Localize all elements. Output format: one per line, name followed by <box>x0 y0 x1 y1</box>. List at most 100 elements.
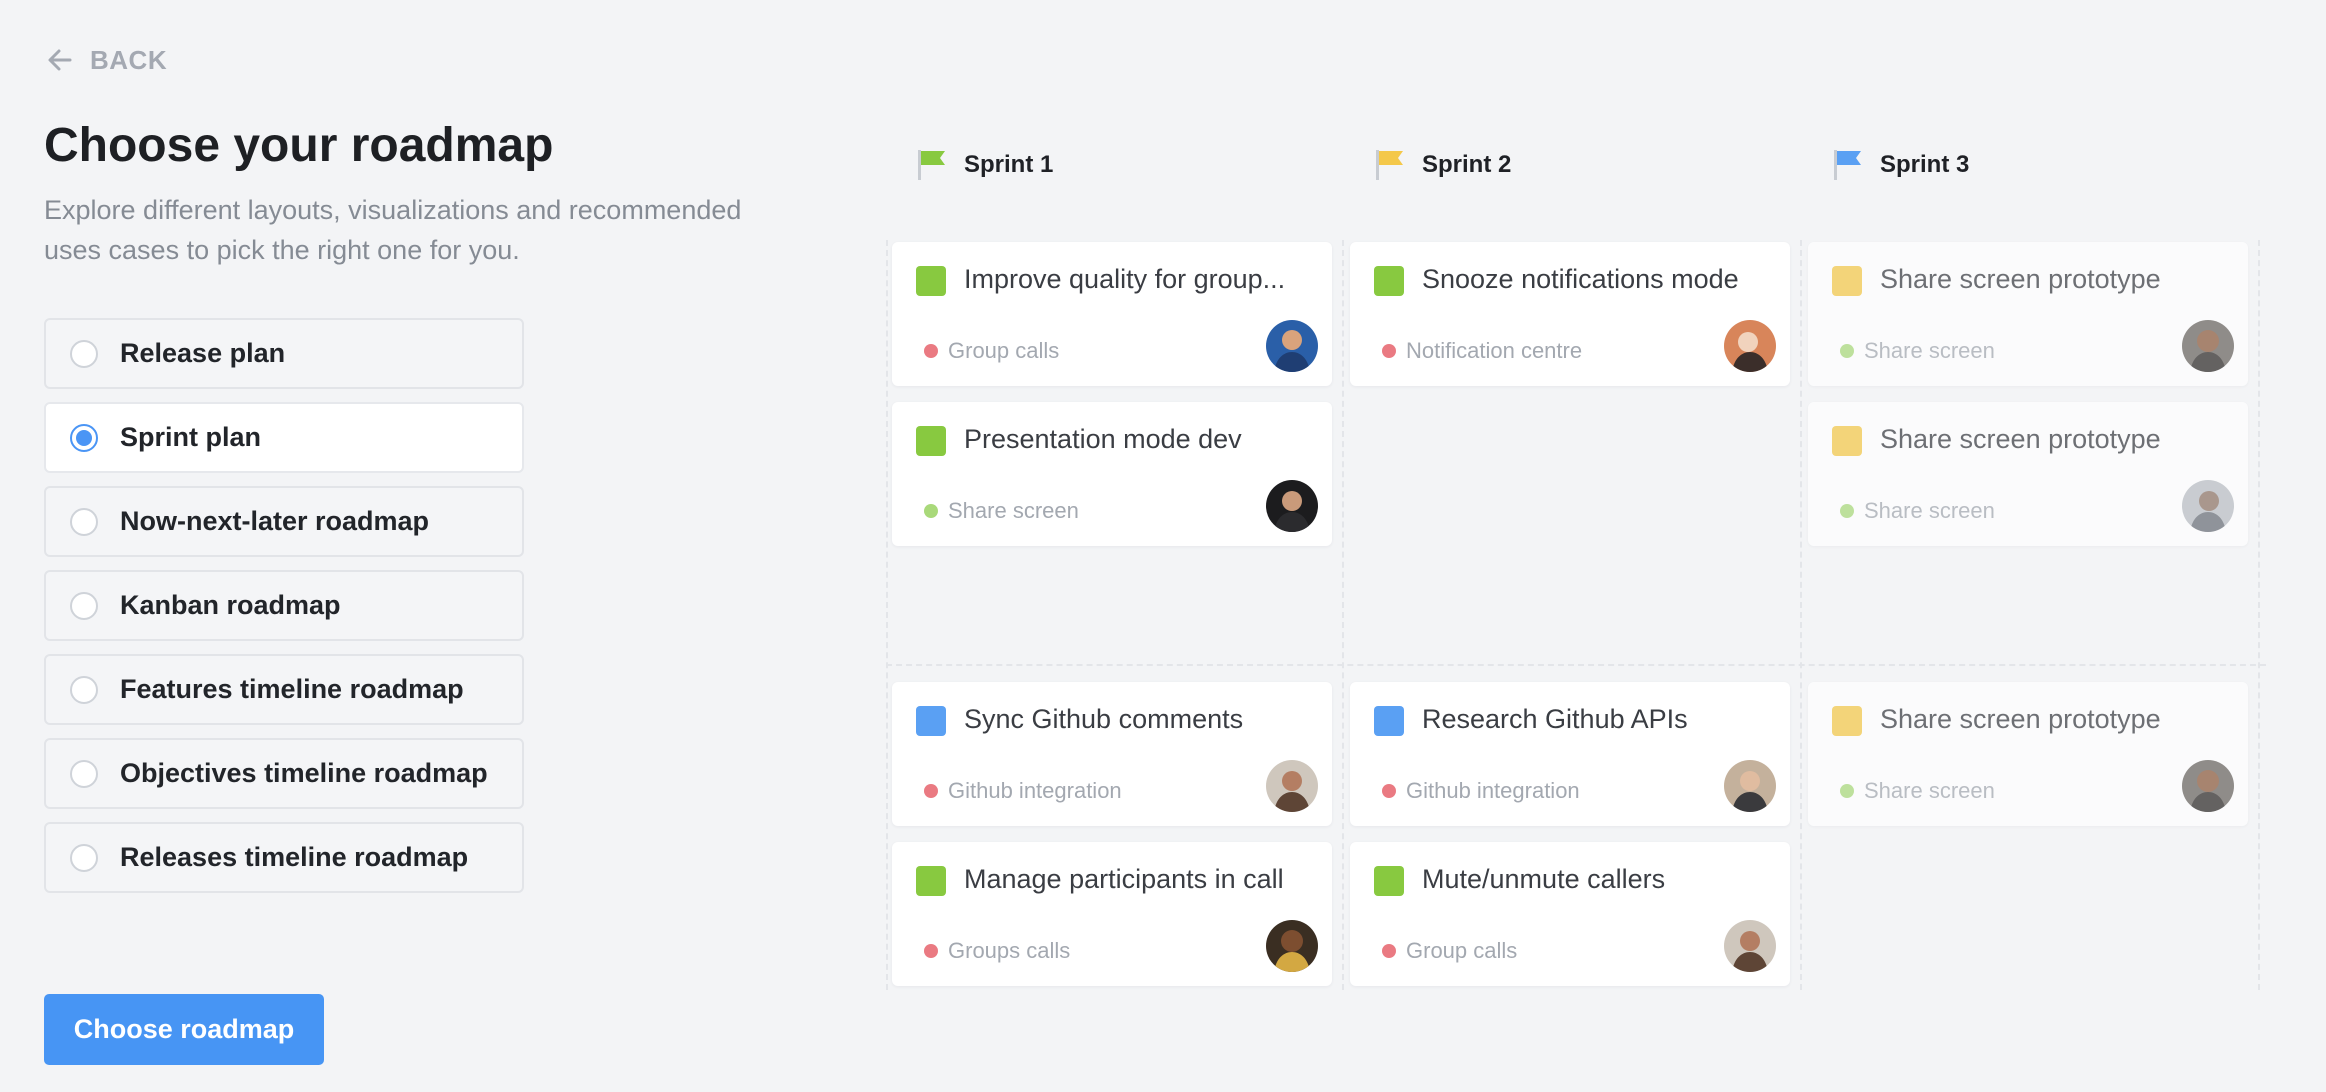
card-tag-label: Github integration <box>948 778 1122 803</box>
sprint-name: Sprint 2 <box>1422 151 1512 178</box>
card[interactable]: Research Github APIs Github integration <box>1350 682 1790 826</box>
option-label: Releases timeline roadmap <box>120 842 469 872</box>
flag-icon <box>1376 150 1403 180</box>
card-title: Share screen prototype <box>1880 424 2161 454</box>
card[interactable]: Presentation mode dev Share screen <box>892 402 1332 546</box>
card-title: Research Github APIs <box>1422 704 1688 734</box>
flag-icon <box>918 150 945 180</box>
card-status-square <box>1832 426 1862 456</box>
option-releases-timeline[interactable]: Releases timeline roadmap <box>44 822 524 893</box>
column-divider <box>886 240 888 990</box>
option-objectives-timeline[interactable]: Objectives timeline roadmap <box>44 738 524 809</box>
avatar <box>2182 320 2234 372</box>
option-features-timeline[interactable]: Features timeline roadmap <box>44 654 524 725</box>
card[interactable]: Share screen prototype Share screen <box>1808 402 2248 546</box>
card-tag: Share screen <box>1840 778 1995 804</box>
row-divider <box>886 664 2266 666</box>
option-label: Objectives timeline roadmap <box>120 758 488 788</box>
option-release-plan[interactable]: Release plan <box>44 318 524 389</box>
choose-roadmap-button[interactable]: Choose roadmap <box>44 994 324 1065</box>
card[interactable]: Snooze notifications mode Notification c… <box>1350 242 1790 386</box>
sprint-name: Sprint 3 <box>1880 151 1970 178</box>
card-tag: Github integration <box>1382 778 1580 804</box>
option-sprint-plan[interactable]: Sprint plan <box>44 402 524 473</box>
tag-dot <box>1382 344 1396 358</box>
card-tag: Group calls <box>1382 938 1517 964</box>
card-title: Manage participants in call <box>964 864 1284 894</box>
card-tag-label: Group calls <box>1406 938 1518 963</box>
option-label: Now-next-later roadmap <box>120 506 430 536</box>
avatar <box>1266 920 1318 972</box>
avatar <box>2182 480 2234 532</box>
card-tag-label: Share screen <box>1864 778 1995 803</box>
option-label: Sprint plan <box>120 422 261 452</box>
card[interactable]: Share screen prototype Share screen <box>1808 242 2248 386</box>
option-label: Release plan <box>120 338 286 368</box>
card-status-square <box>916 266 946 296</box>
radio-button[interactable] <box>70 843 98 872</box>
back-label: BACK <box>90 44 168 75</box>
tag-dot <box>1840 504 1854 518</box>
card-tag-label: Groups calls <box>948 938 1071 963</box>
sprint-header-2: Sprint 2 <box>1374 148 1511 182</box>
card[interactable]: Mute/unmute callers Group calls <box>1350 842 1790 986</box>
sprint-board-preview: Sprint 1 Sprint 2 Sprint 3 Improve quali… <box>886 0 2266 1092</box>
radio-button[interactable] <box>70 759 98 788</box>
tag-dot <box>1840 784 1854 798</box>
card-tag-label: Group calls <box>948 338 1060 363</box>
page-subtitle: Explore different layouts, visualization… <box>44 195 742 265</box>
card-title: Share screen prototype <box>1880 264 2161 294</box>
card[interactable]: Share screen prototype Share screen <box>1808 682 2248 826</box>
card-tag: Share screen <box>1840 338 1995 364</box>
card[interactable]: Manage participants in call Groups calls <box>892 842 1332 986</box>
card-status-square <box>1832 706 1862 736</box>
card-tag-label: Github integration <box>1406 778 1580 803</box>
option-label: Kanban roadmap <box>120 590 341 620</box>
sprint-name: Sprint 1 <box>964 151 1054 178</box>
card-status-square <box>916 706 946 736</box>
card-tag-label: Share screen <box>1864 338 1995 363</box>
card-tag-label: Notification centre <box>1406 338 1583 363</box>
tag-dot <box>1382 944 1396 958</box>
flag-icon <box>1834 150 1861 180</box>
card-title: Snooze notifications mode <box>1422 264 1739 294</box>
roadmap-options: Release plan Sprint plan Now-next-later … <box>44 318 524 893</box>
avatar <box>1266 760 1318 812</box>
card-title: Improve quality for group... <box>964 264 1286 294</box>
card[interactable]: Improve quality for group... Group calls <box>892 242 1332 386</box>
option-label: Features timeline roadmap <box>120 674 464 704</box>
radio-button-checked[interactable] <box>70 423 98 452</box>
avatar <box>2182 760 2234 812</box>
card-tag-label: Share screen <box>948 498 1079 523</box>
radio-button[interactable] <box>70 507 98 536</box>
card-tag-label: Share screen <box>1864 498 1995 523</box>
avatar <box>1266 320 1318 372</box>
tag-dot <box>924 504 938 518</box>
page-title: Choose your roadmap <box>44 119 554 172</box>
back-link[interactable]: BACK <box>44 44 167 76</box>
card-tag: Share screen <box>1840 498 1995 524</box>
avatar <box>1724 920 1776 972</box>
card-tag: Github integration <box>924 778 1122 804</box>
avatar <box>1266 480 1318 532</box>
option-kanban[interactable]: Kanban roadmap <box>44 570 524 641</box>
card-status-square <box>1832 266 1862 296</box>
card[interactable]: Sync Github comments Github integration <box>892 682 1332 826</box>
column-divider <box>1800 240 1802 990</box>
tag-dot <box>924 344 938 358</box>
arrow-left-icon <box>48 49 72 71</box>
card-tag: Group calls <box>924 338 1059 364</box>
column-divider <box>2258 240 2260 990</box>
card-status-square <box>916 866 946 896</box>
tag-dot <box>924 944 938 958</box>
radio-button[interactable] <box>70 675 98 704</box>
column-divider <box>1342 240 1344 990</box>
card-status-square <box>1374 266 1404 296</box>
radio-button[interactable] <box>70 339 98 368</box>
sprint-header-1: Sprint 1 <box>916 148 1053 182</box>
card-title: Mute/unmute callers <box>1422 864 1666 894</box>
option-now-next-later[interactable]: Now-next-later roadmap <box>44 486 524 557</box>
card-tag: Notification centre <box>1382 338 1582 364</box>
card-status-square <box>916 426 946 456</box>
radio-button[interactable] <box>70 591 98 620</box>
